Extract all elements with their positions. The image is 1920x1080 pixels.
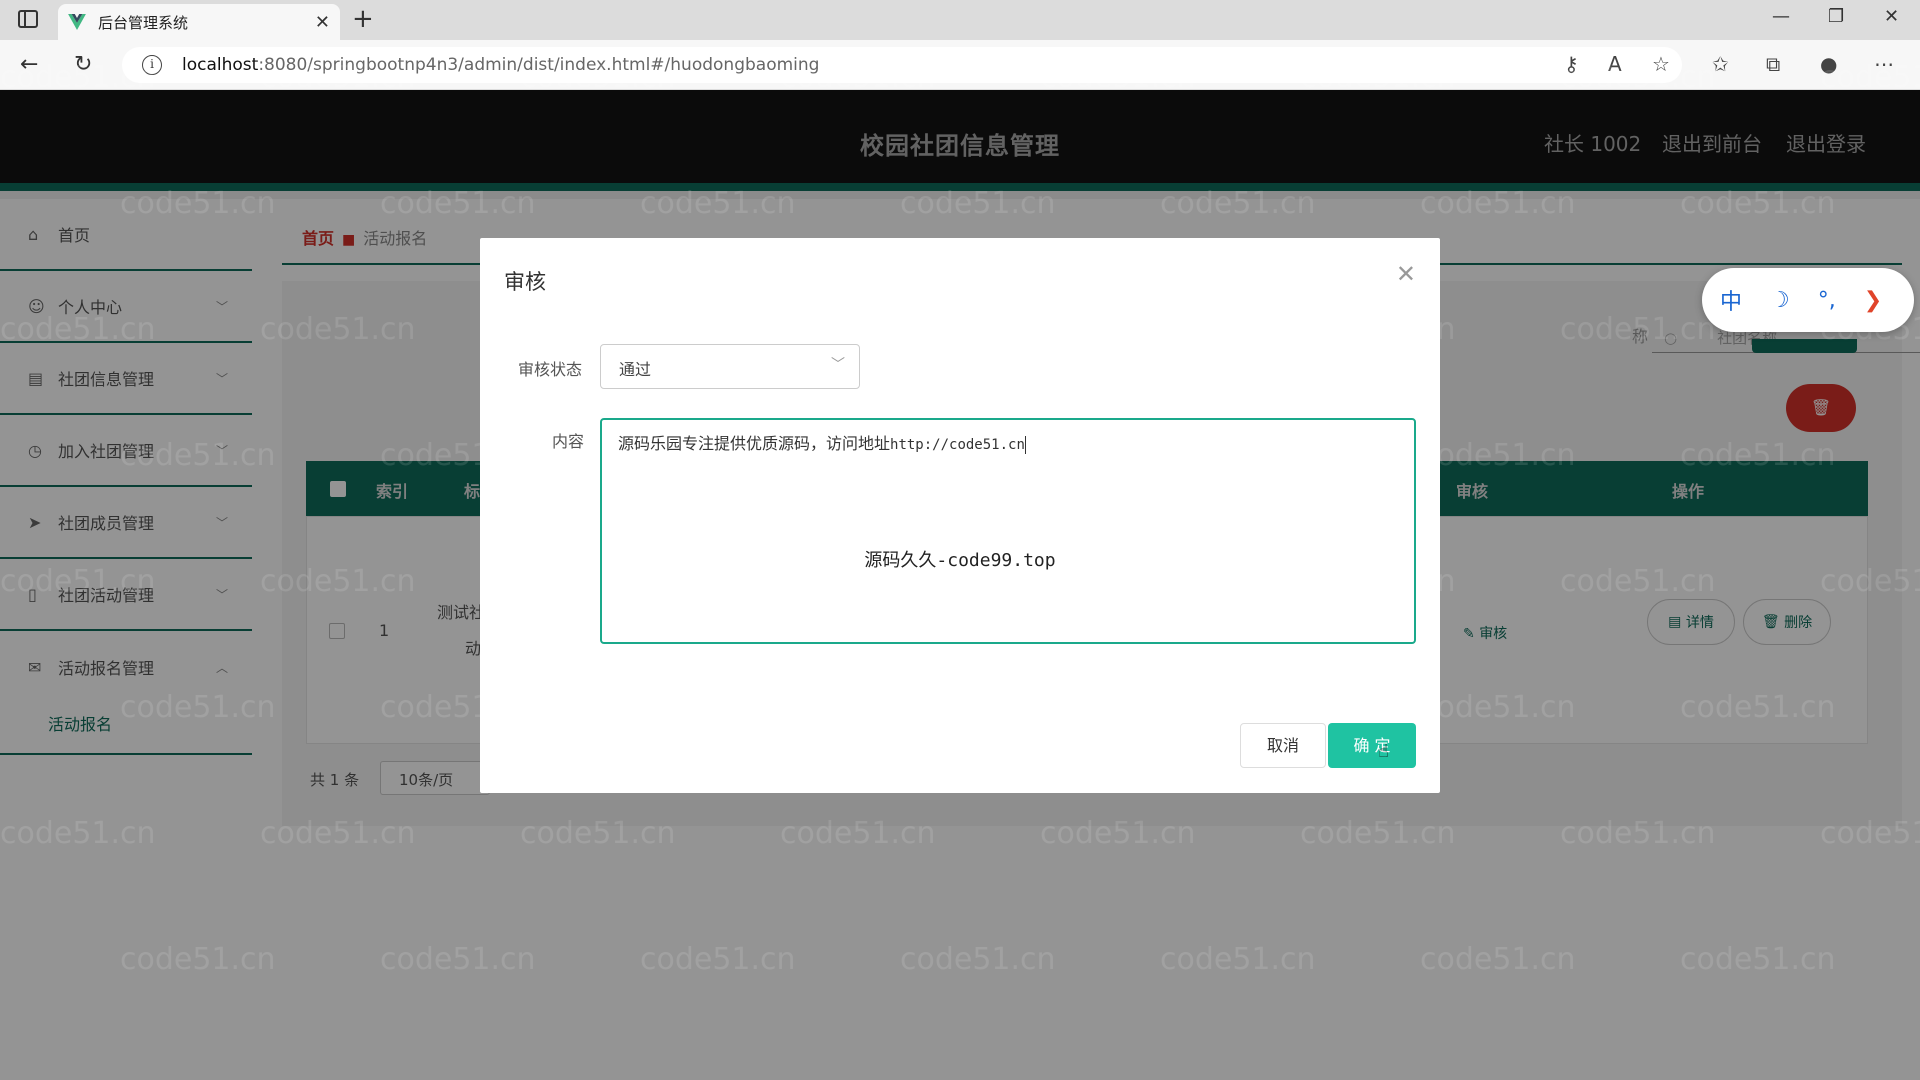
watermark-text: code51.cn xyxy=(0,312,156,347)
watermark-text: code51.cn xyxy=(380,942,536,977)
audit-dialog: 审核 ✕ 审核状态 通过 ﹀ 内容 源码乐园专注提供优质源码，访问地址http:… xyxy=(480,238,1440,793)
tab-actions-icon[interactable] xyxy=(18,10,38,28)
watermark-text: code51.cn xyxy=(520,60,676,95)
watermark-text: code51.cn xyxy=(1820,60,1920,95)
content-textarea[interactable]: 源码乐园专注提供优质源码，访问地址http://code51.cn xyxy=(600,418,1416,644)
watermark-text: code51.cn xyxy=(780,60,936,95)
watermark-text: code51.cn xyxy=(120,942,276,977)
content-text: 源码乐园专注提供优质源码，访问地址 xyxy=(618,434,891,453)
new-tab-icon[interactable]: + xyxy=(352,4,374,34)
watermark-text: code51.cn xyxy=(1420,438,1576,473)
watermark-text: code51.cn xyxy=(1680,438,1836,473)
browser-tab[interactable]: 后台管理系统 ✕ xyxy=(58,4,340,40)
confirm-button[interactable]: 确 定 xyxy=(1328,723,1416,768)
ime-lang-toggle[interactable]: 中 xyxy=(1720,284,1742,316)
chevron-right-icon[interactable]: ❯ xyxy=(1864,288,1882,313)
watermark-text: code51.cn xyxy=(640,942,796,977)
watermark-text: code51.cn xyxy=(380,186,536,221)
watermark-text: code51.cn xyxy=(1820,816,1920,851)
text-caret xyxy=(1024,435,1026,454)
watermark-text: code51.cn xyxy=(640,186,796,221)
watermark-text: code51.cn xyxy=(1300,816,1456,851)
watermark-text: code51.cn xyxy=(0,564,156,599)
url-host: localhost xyxy=(182,55,259,75)
watermark-text: code51.cn xyxy=(900,186,1056,221)
chevron-down-icon: ﹀ xyxy=(831,357,845,373)
watermark-text: code51.cn xyxy=(1560,564,1716,599)
status-select[interactable]: 通过 ﹀ xyxy=(600,344,860,389)
watermark-text: code51.cn xyxy=(1680,690,1836,725)
watermark-text: code51.cn xyxy=(1820,564,1920,599)
watermark-text: code51.cn xyxy=(120,186,276,221)
moon-icon[interactable]: ☽ xyxy=(1770,288,1790,313)
ime-punct-toggle[interactable]: °, xyxy=(1818,288,1836,313)
watermark-text: code51.cn xyxy=(0,816,156,851)
watermark-text: code51.cn xyxy=(1560,312,1716,347)
dialog-watermark: 源码久久-code99.top xyxy=(864,550,1056,571)
content-url: http://code51.cn xyxy=(890,437,1025,453)
watermark-text: code51.cn xyxy=(1680,186,1836,221)
tab-title: 后台管理系统 xyxy=(98,13,189,32)
watermark-text: code51.cn xyxy=(1420,186,1576,221)
watermark-text: code51.cn xyxy=(1160,186,1316,221)
watermark-text: code51.cn xyxy=(1040,816,1196,851)
close-icon[interactable]: ✕ xyxy=(1396,260,1416,288)
watermark-text: code51.cn xyxy=(1300,60,1456,95)
tab-close-icon[interactable]: ✕ xyxy=(315,12,330,33)
minimize-icon[interactable]: — xyxy=(1772,6,1790,27)
status-label: 审核状态 xyxy=(518,360,583,379)
watermark-text: code51.cn xyxy=(120,690,276,725)
watermark-text: code51.cn xyxy=(1040,60,1196,95)
pointer-cursor-icon: ☝ xyxy=(1378,741,1389,762)
watermark-text: code51.cn xyxy=(1420,942,1576,977)
watermark-text: code51.cn xyxy=(780,816,936,851)
watermark-text: code51.cn xyxy=(260,60,416,95)
status-value: 通过 xyxy=(619,360,652,379)
vue-logo-icon xyxy=(68,14,86,30)
watermark-text: code51.cn xyxy=(260,816,416,851)
watermark-text: code51.cn xyxy=(260,312,416,347)
watermark-text: code51.cn xyxy=(900,942,1056,977)
cancel-button[interactable]: 取消 xyxy=(1240,723,1326,768)
collections-icon[interactable]: ⧉ xyxy=(1766,52,1780,76)
dialog-title: 审核 xyxy=(504,270,546,294)
content-label: 内容 xyxy=(552,432,585,451)
watermark-text: code51.cn xyxy=(1560,60,1716,95)
watermark-text: code51.cn xyxy=(260,564,416,599)
watermark-text: code51.cn xyxy=(120,438,276,473)
ime-toolbar: 中 ☽ °, ❯ xyxy=(1702,268,1914,332)
watermark-text: code51.cn xyxy=(520,816,676,851)
restore-icon[interactable]: ❐ xyxy=(1828,6,1844,27)
watermark-text: code51.cn xyxy=(0,60,156,95)
watermark-text: code51.cn xyxy=(1160,942,1316,977)
close-window-icon[interactable]: ✕ xyxy=(1884,6,1899,27)
browser-tabbar: 后台管理系统 ✕ + — ❐ ✕ xyxy=(0,0,1920,40)
watermark-text: code51.cn xyxy=(1420,690,1576,725)
watermark-text: code51.cn xyxy=(1680,942,1836,977)
watermark-text: code51.cn xyxy=(1560,816,1716,851)
